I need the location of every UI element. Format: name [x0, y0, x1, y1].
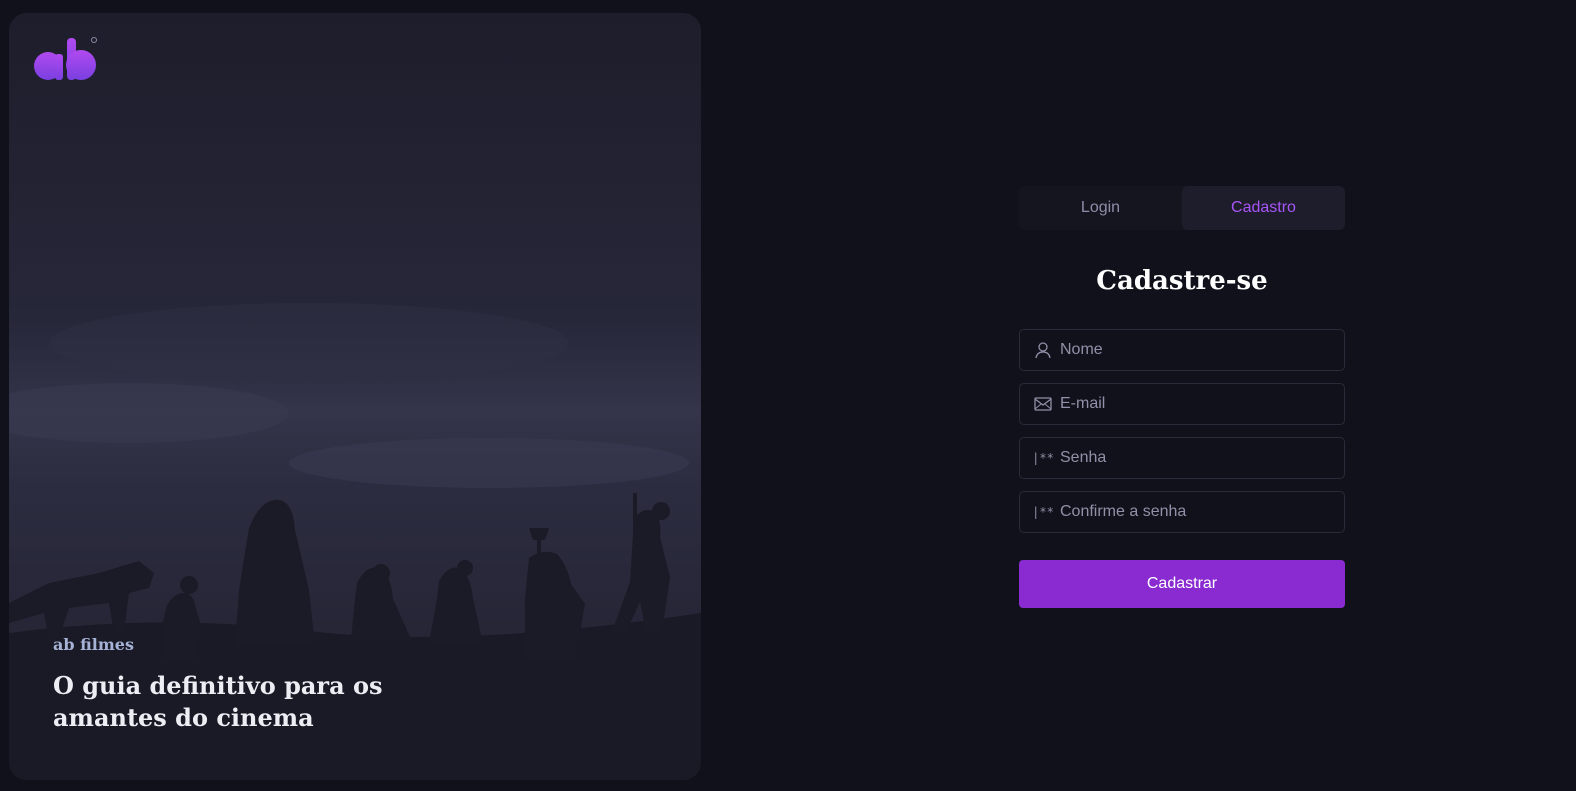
- email-input[interactable]: [1060, 395, 1344, 413]
- brand-logo[interactable]: [33, 36, 99, 82]
- form-title: Cadastre-se: [1096, 266, 1268, 296]
- confirm-password-field-wrapper: |**: [1019, 491, 1345, 533]
- auth-tabs: Login Cadastro: [1019, 186, 1345, 230]
- confirm-password-input[interactable]: [1060, 503, 1344, 521]
- name-field-wrapper: [1019, 329, 1345, 371]
- name-input[interactable]: [1060, 341, 1344, 359]
- password-icon: |**: [1032, 451, 1054, 465]
- hero-brand-name: ab filmes: [53, 635, 134, 654]
- submit-button[interactable]: Cadastrar: [1019, 560, 1345, 608]
- password-icon: |**: [1032, 505, 1054, 519]
- password-input[interactable]: [1060, 449, 1344, 467]
- user-icon: [1033, 340, 1053, 360]
- tab-cadastro[interactable]: Cadastro: [1182, 186, 1345, 230]
- email-field-wrapper: [1019, 383, 1345, 425]
- tab-login[interactable]: Login: [1019, 186, 1182, 230]
- hero-tagline: O guia definitivo para os amantes do cin…: [53, 671, 383, 732]
- hero-panel: ab filmes O guia definitivo para os aman…: [9, 13, 701, 780]
- password-field-wrapper: |**: [1019, 437, 1345, 479]
- hero-background-image: [9, 13, 701, 780]
- page: ab filmes O guia definitivo para os aman…: [0, 0, 1576, 791]
- mail-icon: [1033, 394, 1053, 414]
